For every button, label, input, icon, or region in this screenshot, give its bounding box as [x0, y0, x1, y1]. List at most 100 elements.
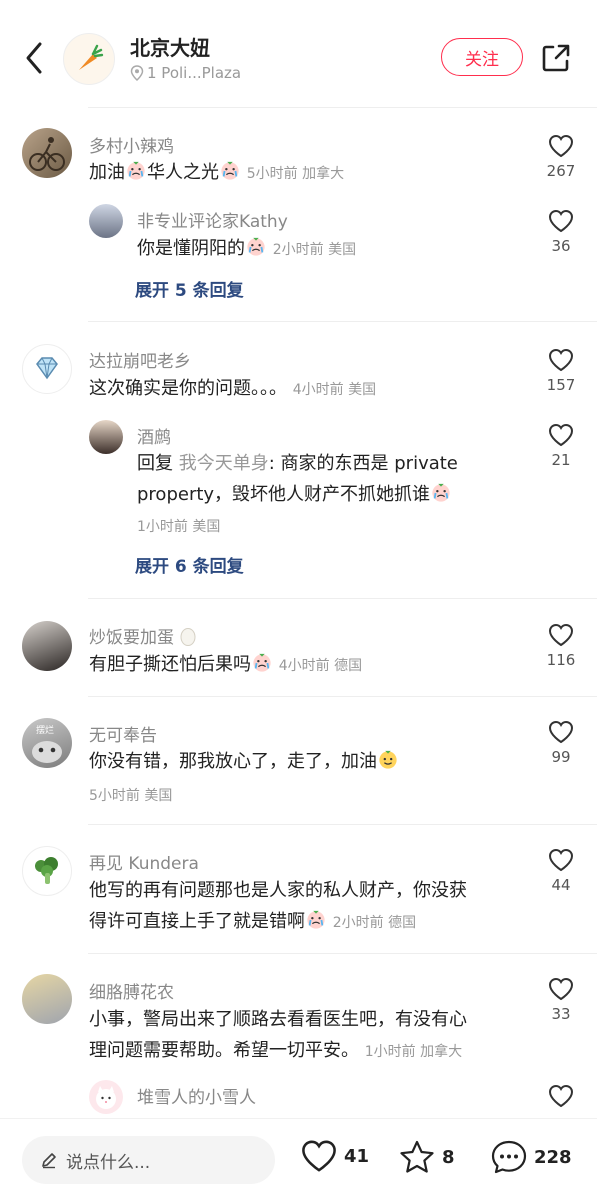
username[interactable]: 达拉崩吧老乡	[89, 347, 191, 372]
divider	[88, 321, 597, 322]
comment-text-line[interactable]: 理问题需要帮助。希望一切平安。 1小时前 加拿大	[89, 1035, 462, 1068]
favorite-total: 8	[442, 1146, 455, 1168]
author-avatar[interactable]	[63, 33, 115, 85]
divider	[88, 696, 597, 697]
reply-meta: 2小时前 美国	[272, 242, 357, 258]
divider	[88, 598, 597, 599]
user-avatar[interactable]	[22, 974, 72, 1024]
like-count: 116	[546, 651, 576, 669]
divider	[88, 824, 597, 825]
heart-icon	[548, 977, 574, 1001]
comment-text-part: 得许可直接上手了就是错啊	[89, 911, 305, 932]
heart-icon	[548, 423, 574, 447]
back-arrow-icon[interactable]	[20, 38, 50, 78]
comment-meta: 4小时前 德国	[278, 658, 363, 674]
comment-text-part: 加油	[89, 162, 125, 183]
egg-icon	[180, 628, 196, 646]
expand-replies-link[interactable]: 展开 6 条回复	[135, 552, 244, 577]
like-count: 99	[551, 748, 571, 766]
like-button[interactable]: 116	[541, 623, 581, 669]
comment-text-part: 小事，警局出来了顺路去看看医生吧，有没有心	[89, 1009, 467, 1030]
reply-username[interactable]: 酒鹧	[137, 423, 171, 448]
crying-face-icon	[246, 237, 266, 257]
like-button[interactable]: 44	[541, 848, 581, 894]
comment-text-part: 理问题需要帮助。希望一切平安。	[89, 1040, 359, 1061]
crying-face-icon	[431, 483, 451, 503]
comment-text-part: 华人之光	[147, 162, 219, 183]
expand-replies-link[interactable]: 展开 5 条回复	[135, 276, 244, 301]
reply-user-avatar[interactable]	[89, 204, 123, 238]
like-count: 36	[551, 237, 571, 255]
comment-meta: 5小时前 美国	[89, 788, 173, 804]
divider	[88, 107, 597, 108]
crying-face-icon	[306, 910, 326, 930]
reply-text[interactable]: 你是懂阴阳的 2小时前 美国	[137, 233, 356, 266]
comment-text[interactable]: 有胆子撕还怕后果吗 4小时前 德国	[89, 649, 362, 682]
comment-text-line[interactable]: 得许可直接上手了就是错啊 2小时前 德国	[89, 906, 416, 939]
comment-input[interactable]: 说点什么...	[22, 1136, 275, 1184]
like-button[interactable]: 99	[541, 720, 581, 766]
favorite-button[interactable]: 8	[398, 1139, 455, 1175]
location-text: 1 Poli...Plaza	[147, 64, 242, 82]
crying-face-icon	[252, 653, 272, 673]
reply-user-avatar[interactable]	[89, 1080, 123, 1114]
comment-text[interactable]: 你没有错，那我放心了，走了，加油	[89, 746, 399, 777]
like-button[interactable]: 157	[541, 348, 581, 394]
username[interactable]: 细胳膊花农	[89, 978, 174, 1003]
user-avatar[interactable]: 摆烂	[22, 718, 72, 768]
user-avatar[interactable]	[22, 344, 72, 394]
user-avatar[interactable]	[22, 128, 72, 178]
heart-icon	[548, 720, 574, 744]
share-icon[interactable]	[538, 40, 574, 76]
heart-icon	[548, 134, 574, 158]
username-text: 炒饭要加蛋	[89, 628, 174, 648]
like-count: 21	[551, 451, 571, 469]
like-count: 267	[546, 162, 576, 180]
avatar-label: 摆烂	[36, 726, 55, 736]
reply-username[interactable]: 堆雪人的小雪人	[137, 1083, 256, 1108]
header: 北京大妞 1 Poli...Plaza 关注	[0, 0, 597, 108]
comment-text-part: 你没有错，那我放心了，走了，加油	[89, 751, 377, 772]
heart-icon	[548, 209, 574, 233]
comment-meta: 4小时前 美国	[292, 382, 377, 398]
username[interactable]: 再见 Kundera	[89, 849, 199, 874]
like-button[interactable]: 21	[541, 423, 581, 469]
heart-icon	[548, 1084, 574, 1108]
comment-text-part: 他写的再有问题那也是人家的私人财产，你没获	[89, 880, 467, 901]
reply-text-part: 你是懂阴阳的	[137, 238, 245, 259]
reply-meta: 1小时前 美国	[137, 519, 221, 535]
comment-meta: 2小时前 德国	[332, 915, 417, 931]
user-avatar[interactable]	[22, 621, 72, 671]
comments-button[interactable]: 228	[490, 1139, 572, 1175]
like-count: 33	[551, 1005, 571, 1023]
author-name[interactable]: 北京大妞	[130, 32, 210, 61]
username[interactable]: 多村小辣鸡	[89, 132, 174, 157]
comment-text[interactable]: 这次确实是你的问题。。。 4小时前 美国	[89, 373, 376, 406]
username[interactable]: 无可奉告	[89, 721, 157, 746]
reply-username[interactable]: 非专业评论家Kathy	[137, 207, 288, 232]
comment-text-line[interactable]: 他写的再有问题那也是人家的私人财产，你没获	[89, 875, 467, 906]
username[interactable]: 炒饭要加蛋	[89, 623, 197, 648]
follow-button[interactable]: 关注	[441, 38, 523, 76]
diamond-icon	[36, 357, 58, 380]
cyclist-photo	[29, 137, 65, 171]
reply-prefix: 回复	[137, 453, 173, 474]
reply-text-line[interactable]: property，毁坏他人财产不抓她抓谁	[137, 479, 452, 510]
location[interactable]: 1 Poli...Plaza	[130, 64, 241, 82]
reply-text-line[interactable]: 回复 我今天单身: 商家的东西是 private	[137, 448, 458, 479]
reply-user-avatar[interactable]	[89, 420, 123, 454]
comment-text-line[interactable]: 小事，警局出来了顺路去看看医生吧，有没有心	[89, 1004, 467, 1035]
heart-icon	[548, 623, 574, 647]
crying-face-icon	[126, 161, 146, 181]
user-avatar[interactable]	[22, 846, 72, 896]
like-button[interactable]	[541, 1084, 581, 1108]
comment-meta: 1小时前 加拿大	[364, 1044, 463, 1060]
like-button[interactable]: 33	[541, 977, 581, 1023]
quoted-username[interactable]: 我今天单身	[179, 453, 269, 474]
like-button[interactable]: 267	[541, 134, 581, 180]
carrot-icon	[79, 44, 104, 70]
like-button[interactable]: 36	[541, 209, 581, 255]
comment-text[interactable]: 加油 华人之光 5小时前 加拿大	[89, 157, 344, 190]
like-post-button[interactable]: 41	[300, 1139, 369, 1173]
divider	[88, 953, 597, 954]
